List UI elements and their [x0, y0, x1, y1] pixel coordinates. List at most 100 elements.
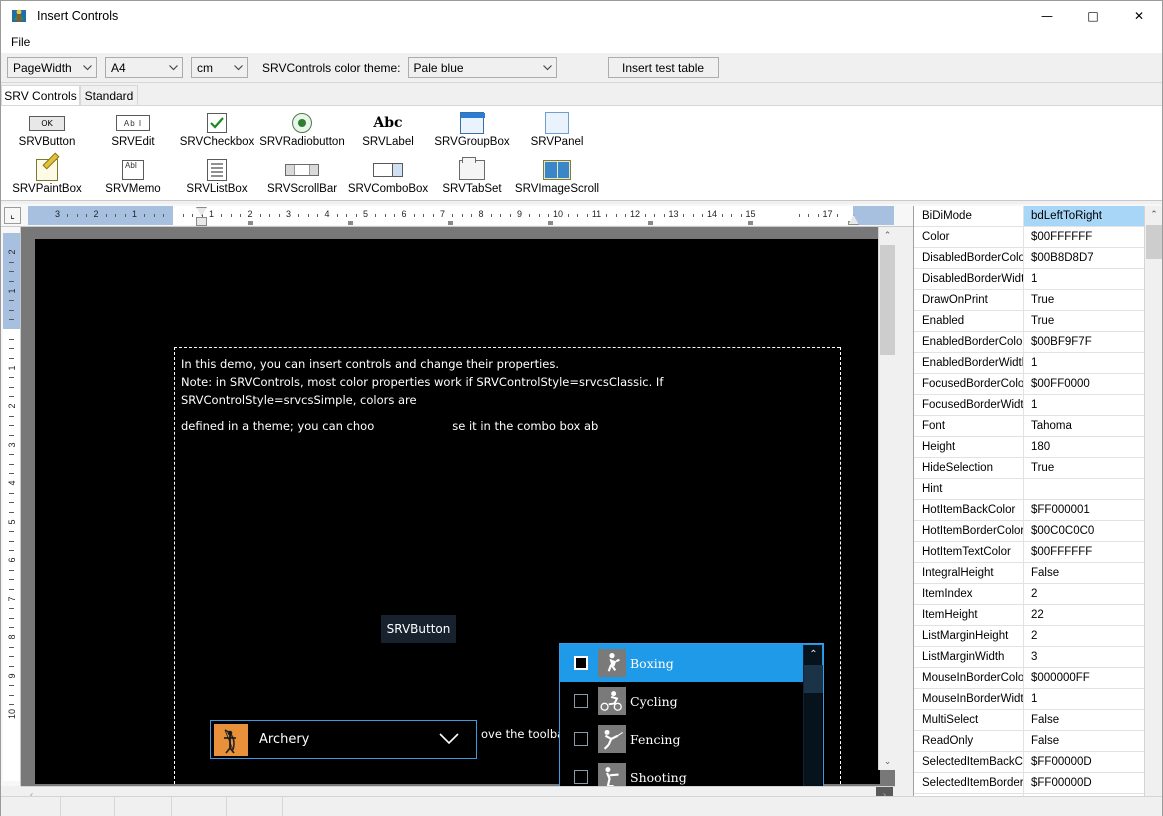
scroll-up-icon[interactable]: ⌃ [1145, 206, 1163, 224]
property-value[interactable]: $00C0C0C0 [1024, 521, 1145, 541]
property-row[interactable]: Hint [914, 479, 1145, 500]
property-value[interactable]: $00BF9F7F [1024, 332, 1145, 352]
property-row[interactable]: MouseInBorderWidth 1 [914, 689, 1145, 710]
chevron-down-icon[interactable] [438, 732, 460, 748]
property-row[interactable]: ItemHeight 22 [914, 605, 1145, 626]
property-value[interactable]: $00FFFFFF [1024, 542, 1145, 562]
listbox-item-checkbox[interactable] [574, 656, 588, 670]
srv-listbox-control[interactable]: BoxingCyclingFencingShootingWrestling ⌃ … [559, 643, 824, 786]
palette-item-srvimagescroll[interactable]: SRVImageScroll [514, 156, 600, 201]
palette-item-srvedit[interactable]: Ab I SRVEdit [90, 109, 176, 154]
property-row[interactable]: HotItemBackColor $FF000001 [914, 500, 1145, 521]
maximize-button[interactable]: □ [1070, 1, 1116, 31]
scrollbar-thumb[interactable] [804, 665, 823, 693]
property-value[interactable]: 180 [1024, 437, 1145, 457]
property-grid[interactable]: BiDiMode bdLeftToRight Color $00FFFFFF Disab… [913, 206, 1162, 816]
scroll-up-icon[interactable]: ⌃ [804, 645, 823, 663]
palette-item-srvgroupbox[interactable]: SRVGroupBox [429, 109, 515, 154]
property-row[interactable]: IntegralHeight False [914, 563, 1145, 584]
property-value[interactable]: True [1024, 458, 1145, 478]
page-width-combo[interactable]: PageWidth [7, 57, 97, 78]
property-row[interactable]: EnabledBorderWidth 1 [914, 353, 1145, 374]
listbox-item-checkbox[interactable] [574, 770, 588, 784]
tab-stop-marker[interactable] [748, 221, 753, 225]
property-row[interactable]: ListMarginHeight 2 [914, 626, 1145, 647]
palette-item-srvscrollbar[interactable]: SRVScrollBar [259, 156, 345, 201]
property-value[interactable]: 22 [1024, 605, 1145, 625]
property-value[interactable]: False [1024, 710, 1145, 730]
insert-test-table-button[interactable]: Insert test table [607, 57, 719, 78]
palette-item-srvlistbox[interactable]: SRVListBox [174, 156, 260, 201]
color-theme-combo[interactable]: Pale blue [407, 57, 557, 78]
palette-item-srvpanel[interactable]: SRVPanel [514, 109, 600, 154]
scrollbar-thumb[interactable] [880, 245, 895, 355]
tab-stop-marker[interactable] [348, 221, 353, 225]
listbox-item-checkbox[interactable] [574, 694, 588, 708]
property-row[interactable]: MouseInBorderColor $000000FF [914, 668, 1145, 689]
tab-srv-controls[interactable]: SRV Controls [1, 85, 80, 106]
property-row[interactable]: DisabledBorderColor $00B8D8D7 [914, 248, 1145, 269]
left-indent-marker[interactable] [196, 217, 207, 226]
property-value[interactable]: $00FFFFFF [1024, 227, 1145, 247]
palette-item-srvradiobutton[interactable]: SRVRadiobutton [259, 109, 345, 154]
listbox-item[interactable]: Shooting [560, 758, 823, 786]
palette-item-srvcheckbox[interactable]: SRVCheckbox [174, 109, 260, 154]
minimize-button[interactable]: — [1024, 1, 1070, 31]
listbox-item[interactable]: Cycling [560, 682, 823, 720]
property-row[interactable]: ReadOnly False [914, 731, 1145, 752]
listbox-item-checkbox[interactable] [574, 732, 588, 746]
property-value[interactable]: $FF000001 [1024, 500, 1145, 520]
property-value[interactable]: 2 [1024, 626, 1145, 646]
scroll-down-icon[interactable]: ⌄ [879, 753, 895, 770]
property-value[interactable]: True [1024, 311, 1145, 331]
palette-item-srvtabset[interactable]: SRVTabSet [429, 156, 515, 201]
property-row[interactable]: Height 180 [914, 437, 1145, 458]
listbox-item[interactable]: Fencing [560, 720, 823, 758]
horizontal-ruler-track[interactable]: 3 2 1 1 2 3 4 5 6 7 8 9 10 11 12 13 14 15 17 [28, 206, 894, 226]
listbox-item[interactable]: Boxing [560, 644, 823, 682]
property-row[interactable]: Enabled True [914, 311, 1145, 332]
menu-item-file[interactable]: File [3, 33, 38, 51]
tab-stop-marker[interactable] [248, 221, 253, 225]
srv-combobox-control[interactable]: Archery [210, 720, 477, 759]
property-grid-scrollbar[interactable]: ⌃ ⌄ [1144, 206, 1162, 816]
scroll-up-icon[interactable]: ⌃ [879, 227, 895, 244]
property-row[interactable]: MultiSelect False [914, 710, 1145, 731]
tab-stop-marker[interactable] [448, 221, 453, 225]
property-value[interactable]: 2 [1024, 584, 1145, 604]
document-text-block[interactable]: In this demo, you can insert controls an… [181, 355, 841, 435]
property-row[interactable]: DrawOnPrint True [914, 290, 1145, 311]
property-value[interactable]: $000000FF [1024, 668, 1145, 688]
property-value[interactable]: True [1024, 290, 1145, 310]
tab-stop-marker[interactable] [648, 221, 653, 225]
tab-standard[interactable]: Standard [80, 85, 138, 106]
document-canvas[interactable]: In this demo, you can insert controls an… [21, 227, 895, 786]
property-value[interactable]: 3 [1024, 647, 1145, 667]
vertical-ruler[interactable]: 2 1 1 2 3 4 5 6 7 8 9 10 [1, 227, 21, 786]
property-value[interactable]: 1 [1024, 353, 1145, 373]
property-row[interactable]: Font Tahoma [914, 416, 1145, 437]
property-value[interactable]: $00B8D8D7 [1024, 248, 1145, 268]
paper-size-combo[interactable]: A4 [105, 57, 183, 78]
property-row[interactable]: DisabledBorderWidth 1 [914, 269, 1145, 290]
listbox-scrollbar[interactable]: ⌃ ⌄ [803, 645, 823, 786]
property-value[interactable]: $FF00000D [1024, 752, 1145, 772]
unit-combo[interactable]: cm [191, 57, 248, 78]
property-row[interactable]: EnabledBorderColor $00BF9F7F [914, 332, 1145, 353]
property-value[interactable] [1024, 479, 1145, 499]
property-value[interactable]: False [1024, 731, 1145, 751]
property-row[interactable]: SelectedItemBorderColo$FF00000D [914, 773, 1145, 794]
property-value[interactable]: 1 [1024, 269, 1145, 289]
property-value[interactable]: 1 [1024, 689, 1145, 709]
property-row[interactable]: HotItemBorderColor $00C0C0C0 [914, 521, 1145, 542]
property-row[interactable]: HideSelection True [914, 458, 1145, 479]
property-value[interactable]: False [1024, 563, 1145, 583]
property-row[interactable]: HotItemTextColor $00FFFFFF [914, 542, 1145, 563]
document-page[interactable]: In this demo, you can insert controls an… [35, 239, 880, 786]
property-value[interactable]: bdLeftToRight [1024, 206, 1145, 226]
property-value[interactable]: $00FF0000 [1024, 374, 1145, 394]
tab-stop-marker[interactable] [548, 221, 553, 225]
palette-item-srvmemo[interactable]: AbI SRVMemo [90, 156, 176, 201]
palette-item-srvpaintbox[interactable]: SRVPaintBox [4, 156, 90, 201]
canvas-vertical-scrollbar[interactable]: ⌃ ⌄ [878, 227, 895, 770]
